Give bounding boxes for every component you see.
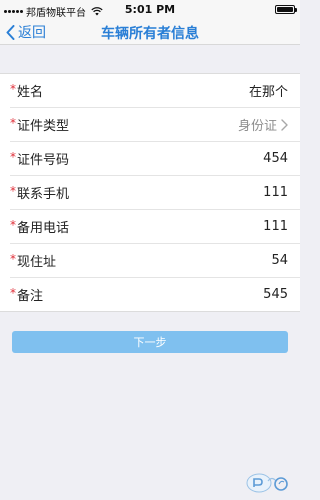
chevron-right-icon bbox=[281, 118, 288, 131]
required-mark: * bbox=[10, 285, 16, 300]
battery-fill bbox=[277, 7, 293, 12]
field-label: * 证件类型 bbox=[10, 115, 238, 135]
next-step-button[interactable]: 下一步 bbox=[12, 331, 288, 353]
field-label-text: 备注 bbox=[17, 289, 44, 304]
field-label-text: 备用电话 bbox=[17, 221, 70, 236]
field-label-text: 现住址 bbox=[17, 255, 57, 270]
name-value[interactable]: 在那个 bbox=[249, 81, 288, 100]
navigation-bar: 返回 车辆所有者信息 bbox=[0, 20, 300, 45]
watermark-logo bbox=[246, 473, 288, 493]
battery-icon bbox=[275, 5, 297, 14]
field-label-text: 联系手机 bbox=[17, 187, 70, 202]
field-label: * 姓名 bbox=[10, 81, 249, 101]
address-value[interactable]: 54 bbox=[271, 253, 288, 268]
status-bar-right bbox=[275, 5, 297, 14]
form-row-id-type[interactable]: * 证件类型 身份证 bbox=[10, 107, 300, 141]
remark-value[interactable]: 545 bbox=[263, 287, 288, 302]
field-label-text: 证件号码 bbox=[17, 153, 70, 168]
field-label: * 证件号码 bbox=[10, 149, 263, 169]
owner-info-form: * 姓名 在那个 * 证件类型 身份证 * 证件号码 454 * 联系手机 11… bbox=[0, 73, 300, 312]
field-label: * 备用电话 bbox=[10, 217, 263, 237]
status-time: 5:01 PM bbox=[124, 3, 176, 16]
required-mark: * bbox=[10, 217, 16, 232]
required-mark: * bbox=[10, 81, 16, 96]
required-mark: * bbox=[10, 115, 16, 130]
form-row-name[interactable]: * 姓名 在那个 bbox=[10, 74, 300, 107]
mobile-value[interactable]: 111 bbox=[263, 185, 288, 200]
form-row-address[interactable]: * 现住址 54 bbox=[10, 243, 300, 277]
field-label: * 备注 bbox=[10, 285, 263, 305]
form-row-remark[interactable]: * 备注 545 bbox=[10, 277, 300, 311]
status-bar: 邦盾物联平台 5:01 PM bbox=[0, 0, 300, 20]
id-type-value[interactable]: 身份证 bbox=[238, 115, 277, 134]
required-mark: * bbox=[10, 183, 16, 198]
backup-phone-value[interactable]: 111 bbox=[263, 219, 288, 234]
page-title: 车辆所有者信息 bbox=[101, 26, 199, 42]
form-row-backup-phone[interactable]: * 备用电话 111 bbox=[10, 209, 300, 243]
field-label-text: 证件类型 bbox=[17, 119, 70, 134]
form-row-mobile[interactable]: * 联系手机 111 bbox=[10, 175, 300, 209]
field-label: * 现住址 bbox=[10, 251, 271, 271]
field-label: * 联系手机 bbox=[10, 183, 263, 203]
field-label-text: 姓名 bbox=[17, 85, 44, 100]
form-row-id-number[interactable]: * 证件号码 454 bbox=[10, 141, 300, 175]
id-number-value[interactable]: 454 bbox=[263, 151, 288, 166]
required-mark: * bbox=[10, 149, 16, 164]
required-mark: * bbox=[10, 251, 16, 266]
